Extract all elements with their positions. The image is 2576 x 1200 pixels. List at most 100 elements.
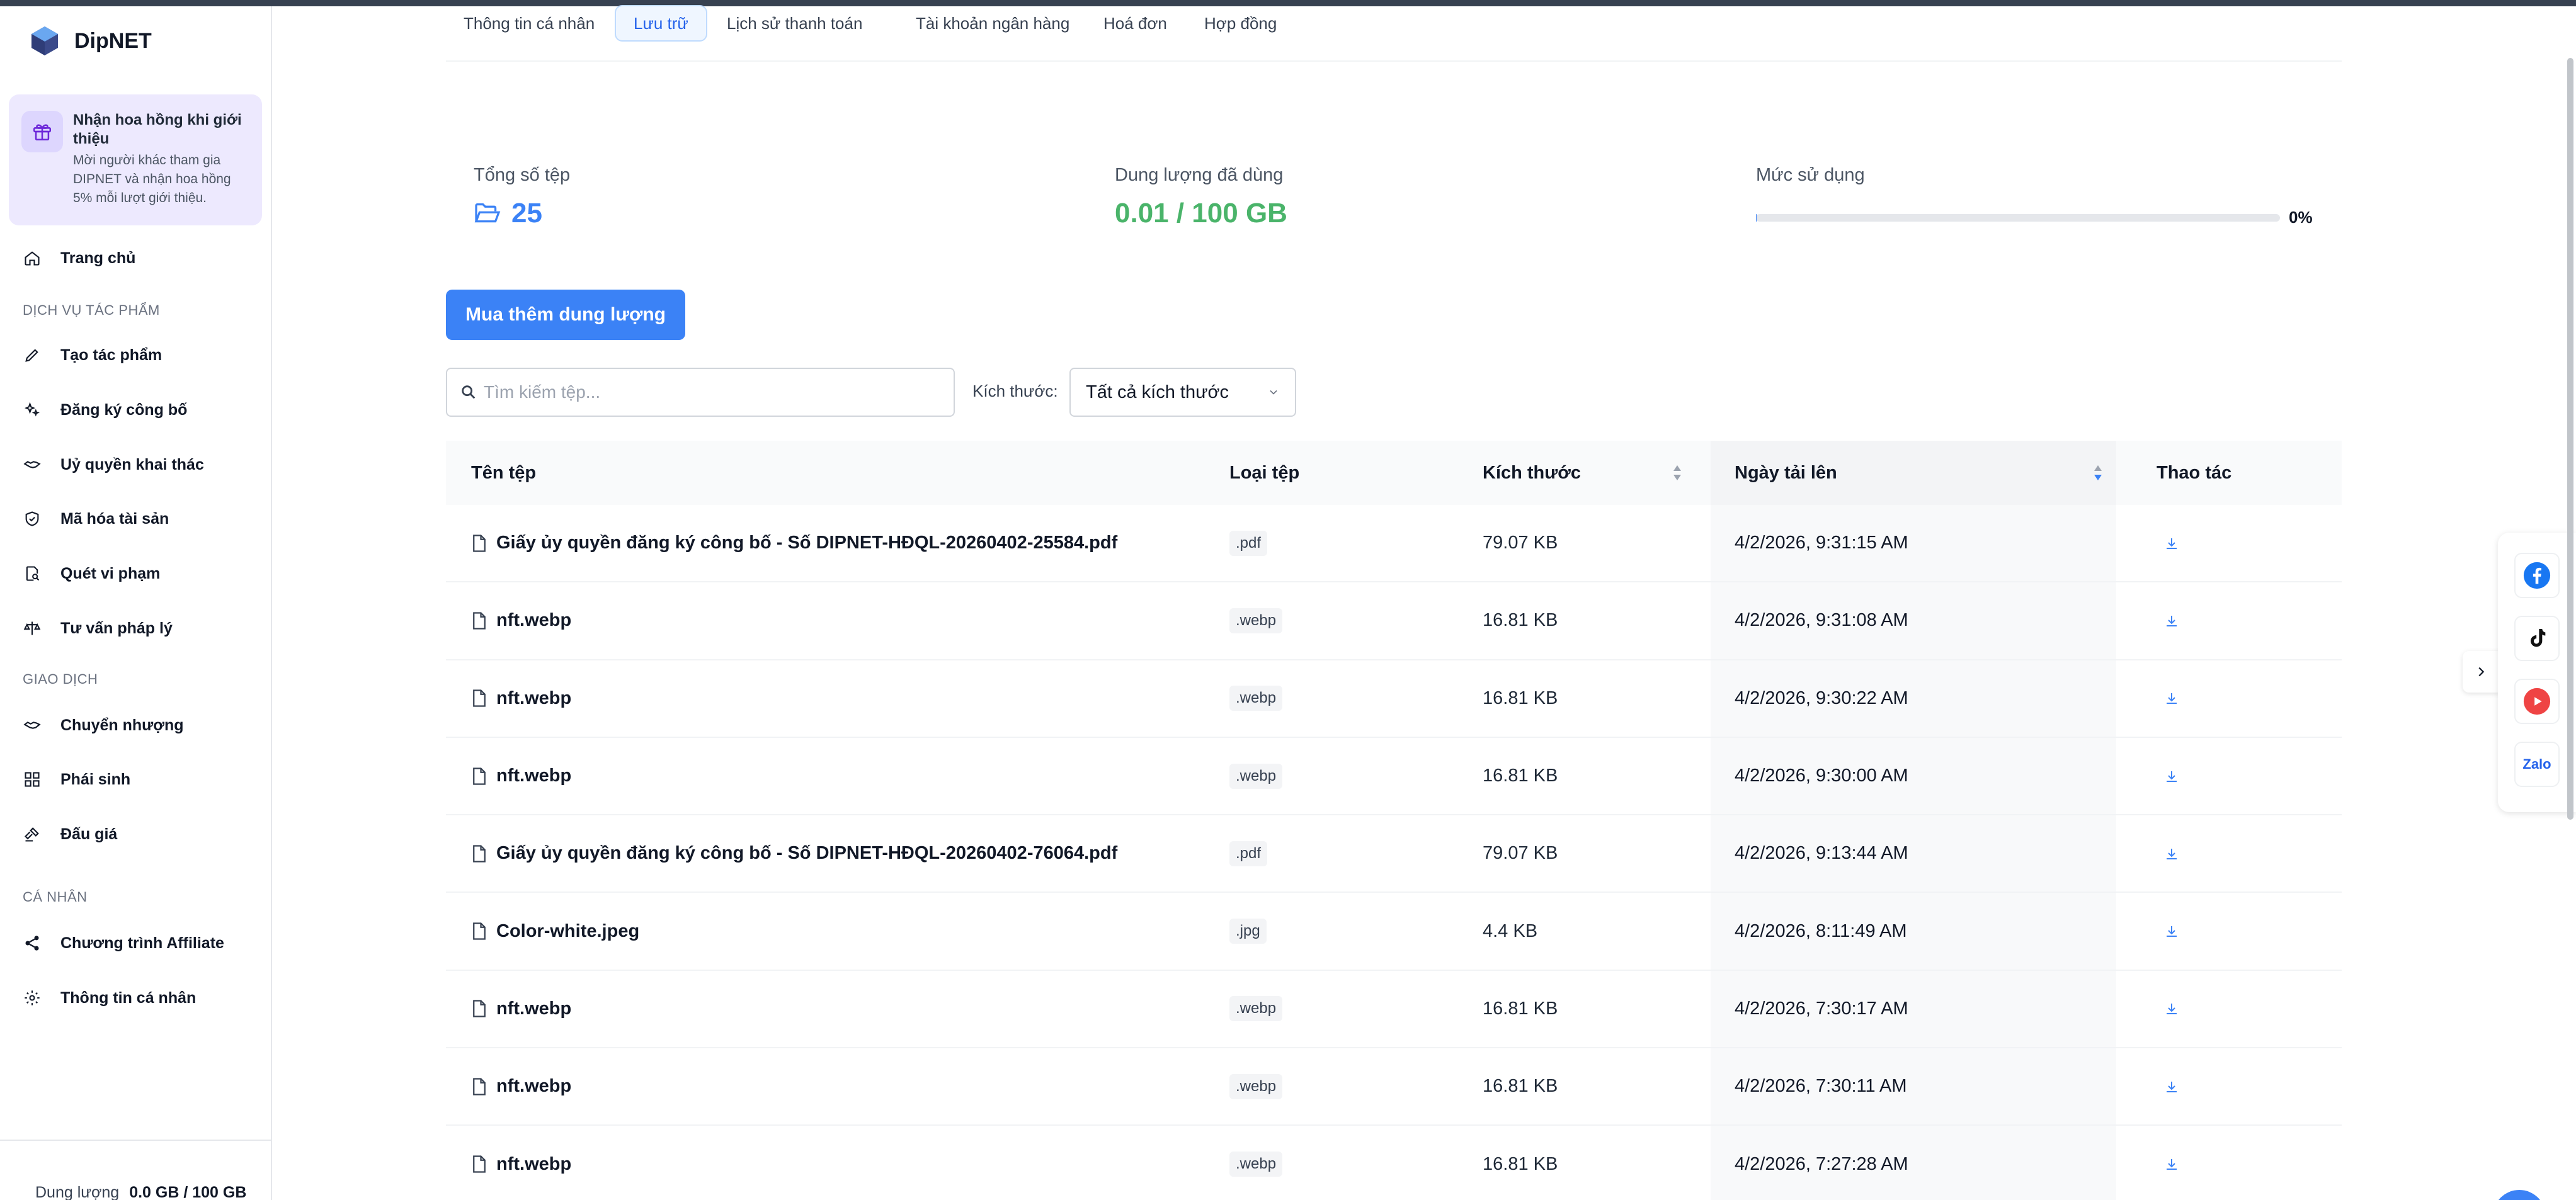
upload-date: 4/2/2026, 9:13:44 AM xyxy=(1735,843,1908,864)
storage-footer: Dung lượng 0.0 GB / 100 GB xyxy=(0,1140,272,1200)
gift-icon xyxy=(21,111,63,152)
nav-label: Trang chủ xyxy=(60,249,136,267)
download-button[interactable] xyxy=(2164,582,2179,659)
youtube-button[interactable] xyxy=(2514,679,2560,724)
chat-widget-button[interactable] xyxy=(2493,1190,2546,1200)
download-button[interactable] xyxy=(2164,738,2179,814)
nav-item-profile[interactable]: Thông tin cá nhân xyxy=(23,985,196,1010)
file-icon xyxy=(471,534,487,553)
nav-item-affiliate[interactable]: Chương trình Affiliate xyxy=(23,931,224,956)
file-icon xyxy=(471,999,487,1018)
buy-storage-button[interactable]: Mua thêm dung lượng xyxy=(446,290,685,340)
referral-promo-card[interactable]: Nhận hoa hồng khi giới thiệu Mời người k… xyxy=(9,94,262,225)
table-row[interactable]: nft.webp .webp 16.81 KB 4/2/2026, 9:30:22 A… xyxy=(446,660,2342,738)
file-type-badge: .jpg xyxy=(1229,919,1267,944)
file-icon xyxy=(471,844,487,863)
upload-date: 4/2/2026, 9:31:15 AM xyxy=(1735,533,1908,553)
page-scrollbar[interactable] xyxy=(2567,58,2573,820)
column-header-date[interactable]: Ngày tải lên xyxy=(1735,441,1837,505)
nav-item-license[interactable]: Uỷ quyền khai thác xyxy=(23,452,204,477)
download-button[interactable] xyxy=(2164,505,2179,581)
download-button[interactable] xyxy=(2164,1126,2179,1200)
file-name-cell[interactable]: nft.webp xyxy=(471,971,571,1047)
table-row[interactable]: nft.webp .webp 16.81 KB 4/2/2026, 9:30:00 A… xyxy=(446,737,2342,816)
file-name-cell[interactable]: nft.webp xyxy=(471,1126,571,1200)
table-row[interactable]: nft.webp .webp 16.81 KB 4/2/2026, 7:27:28 A… xyxy=(446,1126,2342,1200)
file-name-cell[interactable]: nft.webp xyxy=(471,660,571,737)
table-row[interactable]: nft.webp .webp 16.81 KB 4/2/2026, 9:31:08 A… xyxy=(446,582,2342,660)
table-row[interactable]: nft.webp .webp 16.81 KB 4/2/2026, 7:30:17 A… xyxy=(446,970,2342,1049)
file-type-badge: .webp xyxy=(1229,763,1283,789)
file-type-badge: .webp xyxy=(1229,686,1283,711)
nav-item-tokenize[interactable]: Mã hóa tài sản xyxy=(23,506,169,531)
table-row[interactable]: Giấy ủy quyền đăng ký công bố - Số DIPNE… xyxy=(446,815,2342,893)
table-row[interactable]: nft.webp .webp 16.81 KB 4/2/2026, 7:30:11 A… xyxy=(446,1048,2342,1126)
file-type-cell: .webp xyxy=(1229,971,1283,1047)
nav-item-transfer[interactable]: Chuyển nhượng xyxy=(23,713,184,738)
tab-bank-account[interactable]: Tài khoản ngân hàng xyxy=(898,5,1087,42)
chevron-right-icon xyxy=(2478,667,2485,677)
column-header-size[interactable]: Kích thước xyxy=(1483,441,1581,505)
sort-desc-icon[interactable] xyxy=(2092,463,2104,482)
tab-invoices[interactable]: Hoá đơn xyxy=(1086,5,1185,42)
logo[interactable]: DipNET xyxy=(28,24,152,58)
tab-payment-history[interactable]: Lịch sử thanh toán xyxy=(709,5,880,42)
search-input[interactable] xyxy=(484,382,925,402)
file-name-cell[interactable]: nft.webp xyxy=(471,582,571,659)
table-row[interactable]: Color-white.jpeg .jpg 4.4 KB 4/2/2026, 8:11… xyxy=(446,893,2342,971)
download-button[interactable] xyxy=(2164,1048,2179,1124)
download-icon xyxy=(2164,1157,2179,1172)
upload-date: 4/2/2026, 7:30:17 AM xyxy=(1735,998,1908,1019)
document-search-icon xyxy=(23,564,42,583)
storage-value: 0.0 GB / 100 GB xyxy=(129,1184,247,1200)
download-button[interactable] xyxy=(2164,660,2179,737)
zalo-button[interactable]: Zalo xyxy=(2514,742,2560,787)
zalo-icon: Zalo xyxy=(2522,756,2551,772)
facebook-button[interactable] xyxy=(2514,553,2560,598)
nav-item-create-work[interactable]: Tạo tác phẩm xyxy=(23,342,162,368)
file-name-cell[interactable]: Giấy ủy quyền đăng ký công bố - Số DIPNE… xyxy=(471,505,1117,581)
tab-personal-info[interactable]: Thông tin cá nhân xyxy=(446,5,612,42)
download-icon xyxy=(2164,769,2179,784)
tiktok-icon xyxy=(2531,629,2546,647)
nav-item-home[interactable]: Trang chủ xyxy=(23,246,135,271)
file-size: 16.81 KB xyxy=(1483,998,1558,1019)
file-name: Giấy ủy quyền đăng ký công bố - Số DIPNE… xyxy=(496,843,1118,864)
file-type-badge: .webp xyxy=(1229,1152,1283,1177)
nav-item-register-publish[interactable]: Đăng ký công bố xyxy=(23,397,187,422)
file-size: 16.81 KB xyxy=(1483,766,1558,786)
social-collapse-button[interactable] xyxy=(2463,651,2499,693)
nav-item-auction[interactable]: Đấu giá xyxy=(23,822,117,847)
file-name-cell[interactable]: nft.webp xyxy=(471,738,571,814)
download-icon xyxy=(2164,924,2179,939)
nav-item-legal-advice[interactable]: Tư vấn pháp lý xyxy=(23,616,173,641)
nav-item-derivative[interactable]: Phái sinh xyxy=(23,767,130,792)
column-header-name[interactable]: Tên tệp xyxy=(471,441,536,505)
tiktok-button[interactable] xyxy=(2514,616,2560,661)
handshake-icon xyxy=(23,716,42,735)
tab-storage[interactable]: Lưu trữ xyxy=(615,5,707,42)
table-header: Tên tệp Loại tệp Kích thước Ngày tải lên… xyxy=(446,441,2342,505)
promo-description: Mời người khác tham gia DIPNET và nhận h… xyxy=(73,153,231,205)
sort-icon[interactable] xyxy=(1672,463,1683,482)
usage-label: Mức sử dụng xyxy=(1756,165,1865,185)
search-box[interactable] xyxy=(446,368,955,417)
nav-item-scan-violation[interactable]: Quét vi phạm xyxy=(23,561,160,586)
column-header-type[interactable]: Loại tệp xyxy=(1229,441,1299,505)
file-size: 16.81 KB xyxy=(1483,610,1558,631)
nav-label: Đăng ký công bố xyxy=(60,400,188,419)
file-name-cell[interactable]: nft.webp xyxy=(471,1048,571,1124)
tab-contracts[interactable]: Hợp đồng xyxy=(1187,5,1294,42)
download-button[interactable] xyxy=(2164,971,2179,1047)
file-name-cell[interactable]: Color-white.jpeg xyxy=(471,893,639,969)
file-size: 16.81 KB xyxy=(1483,688,1558,708)
size-filter-select[interactable]: Tất cả kích thước xyxy=(1069,368,1296,417)
download-button[interactable] xyxy=(2164,893,2179,969)
download-button[interactable] xyxy=(2164,815,2179,892)
table-row[interactable]: Giấy ủy quyền đăng ký công bố - Số DIPNE… xyxy=(446,505,2342,583)
nav-label: Tạo tác phẩm xyxy=(60,346,162,364)
nav-label: Quét vi phạm xyxy=(60,564,161,582)
file-size: 16.81 KB xyxy=(1483,1076,1558,1097)
file-name-cell[interactable]: Giấy ủy quyền đăng ký công bố - Số DIPNE… xyxy=(471,815,1117,892)
dipnet-logo-icon xyxy=(31,26,58,55)
